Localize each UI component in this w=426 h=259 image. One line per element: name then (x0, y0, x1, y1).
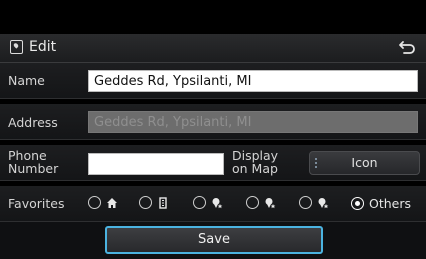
favorite-2-icon (265, 197, 276, 208)
favorites-row: Favorites Others (0, 186, 426, 222)
radio-button[interactable] (299, 196, 312, 209)
favorite-option-home[interactable] (88, 196, 118, 209)
location-pin-icon (10, 40, 23, 54)
name-row: Name Geddes Rd, Ypsilanti, MI (0, 63, 426, 99)
address-label: Address (8, 115, 58, 130)
icon-button-label: Icon (351, 155, 378, 170)
radio-button[interactable] (193, 196, 206, 209)
grip-icon (315, 158, 319, 168)
back-button[interactable] (398, 39, 416, 55)
back-arrow-icon (399, 41, 415, 54)
favorite-3-icon (318, 197, 329, 208)
radio-button[interactable] (246, 196, 259, 209)
building-icon (159, 196, 167, 209)
favorites-label: Favorites (8, 196, 65, 211)
radio-button[interactable] (88, 196, 101, 209)
favorite-option-3[interactable] (299, 196, 329, 209)
phone-label: Phone Number (8, 149, 58, 175)
favorite-option-others[interactable]: Others (351, 196, 411, 211)
phone-label-line2: Number (8, 161, 59, 176)
address-input: Geddes Rd, Ypsilanti, MI (88, 111, 418, 133)
home-icon (107, 197, 117, 208)
favorite-option-2[interactable] (246, 196, 276, 209)
phone-row: Phone Number Display on Map Icon (0, 145, 426, 181)
edit-screen: Edit Name Geddes Rd, Ypsilanti, MI Addre… (0, 0, 426, 259)
display-on-map-label: Display on Map (232, 149, 278, 175)
save-bar: Save (0, 222, 426, 259)
header-title: Edit (29, 39, 57, 55)
display-label-line2: on Map (232, 161, 278, 176)
favorite-option-1[interactable] (193, 196, 223, 209)
icon-button[interactable]: Icon (309, 151, 420, 175)
favorite-option-building[interactable] (139, 196, 169, 209)
save-button[interactable]: Save (105, 226, 323, 254)
radio-button-selected[interactable] (351, 197, 364, 210)
phone-number-input[interactable] (88, 153, 224, 175)
address-row: Address Geddes Rd, Ypsilanti, MI (0, 104, 426, 140)
name-input[interactable]: Geddes Rd, Ypsilanti, MI (88, 70, 418, 92)
favorite-1-icon (212, 197, 223, 208)
name-label: Name (8, 73, 45, 88)
radio-button[interactable] (139, 196, 152, 209)
others-label: Others (369, 196, 412, 211)
header-bar: Edit (0, 34, 426, 63)
